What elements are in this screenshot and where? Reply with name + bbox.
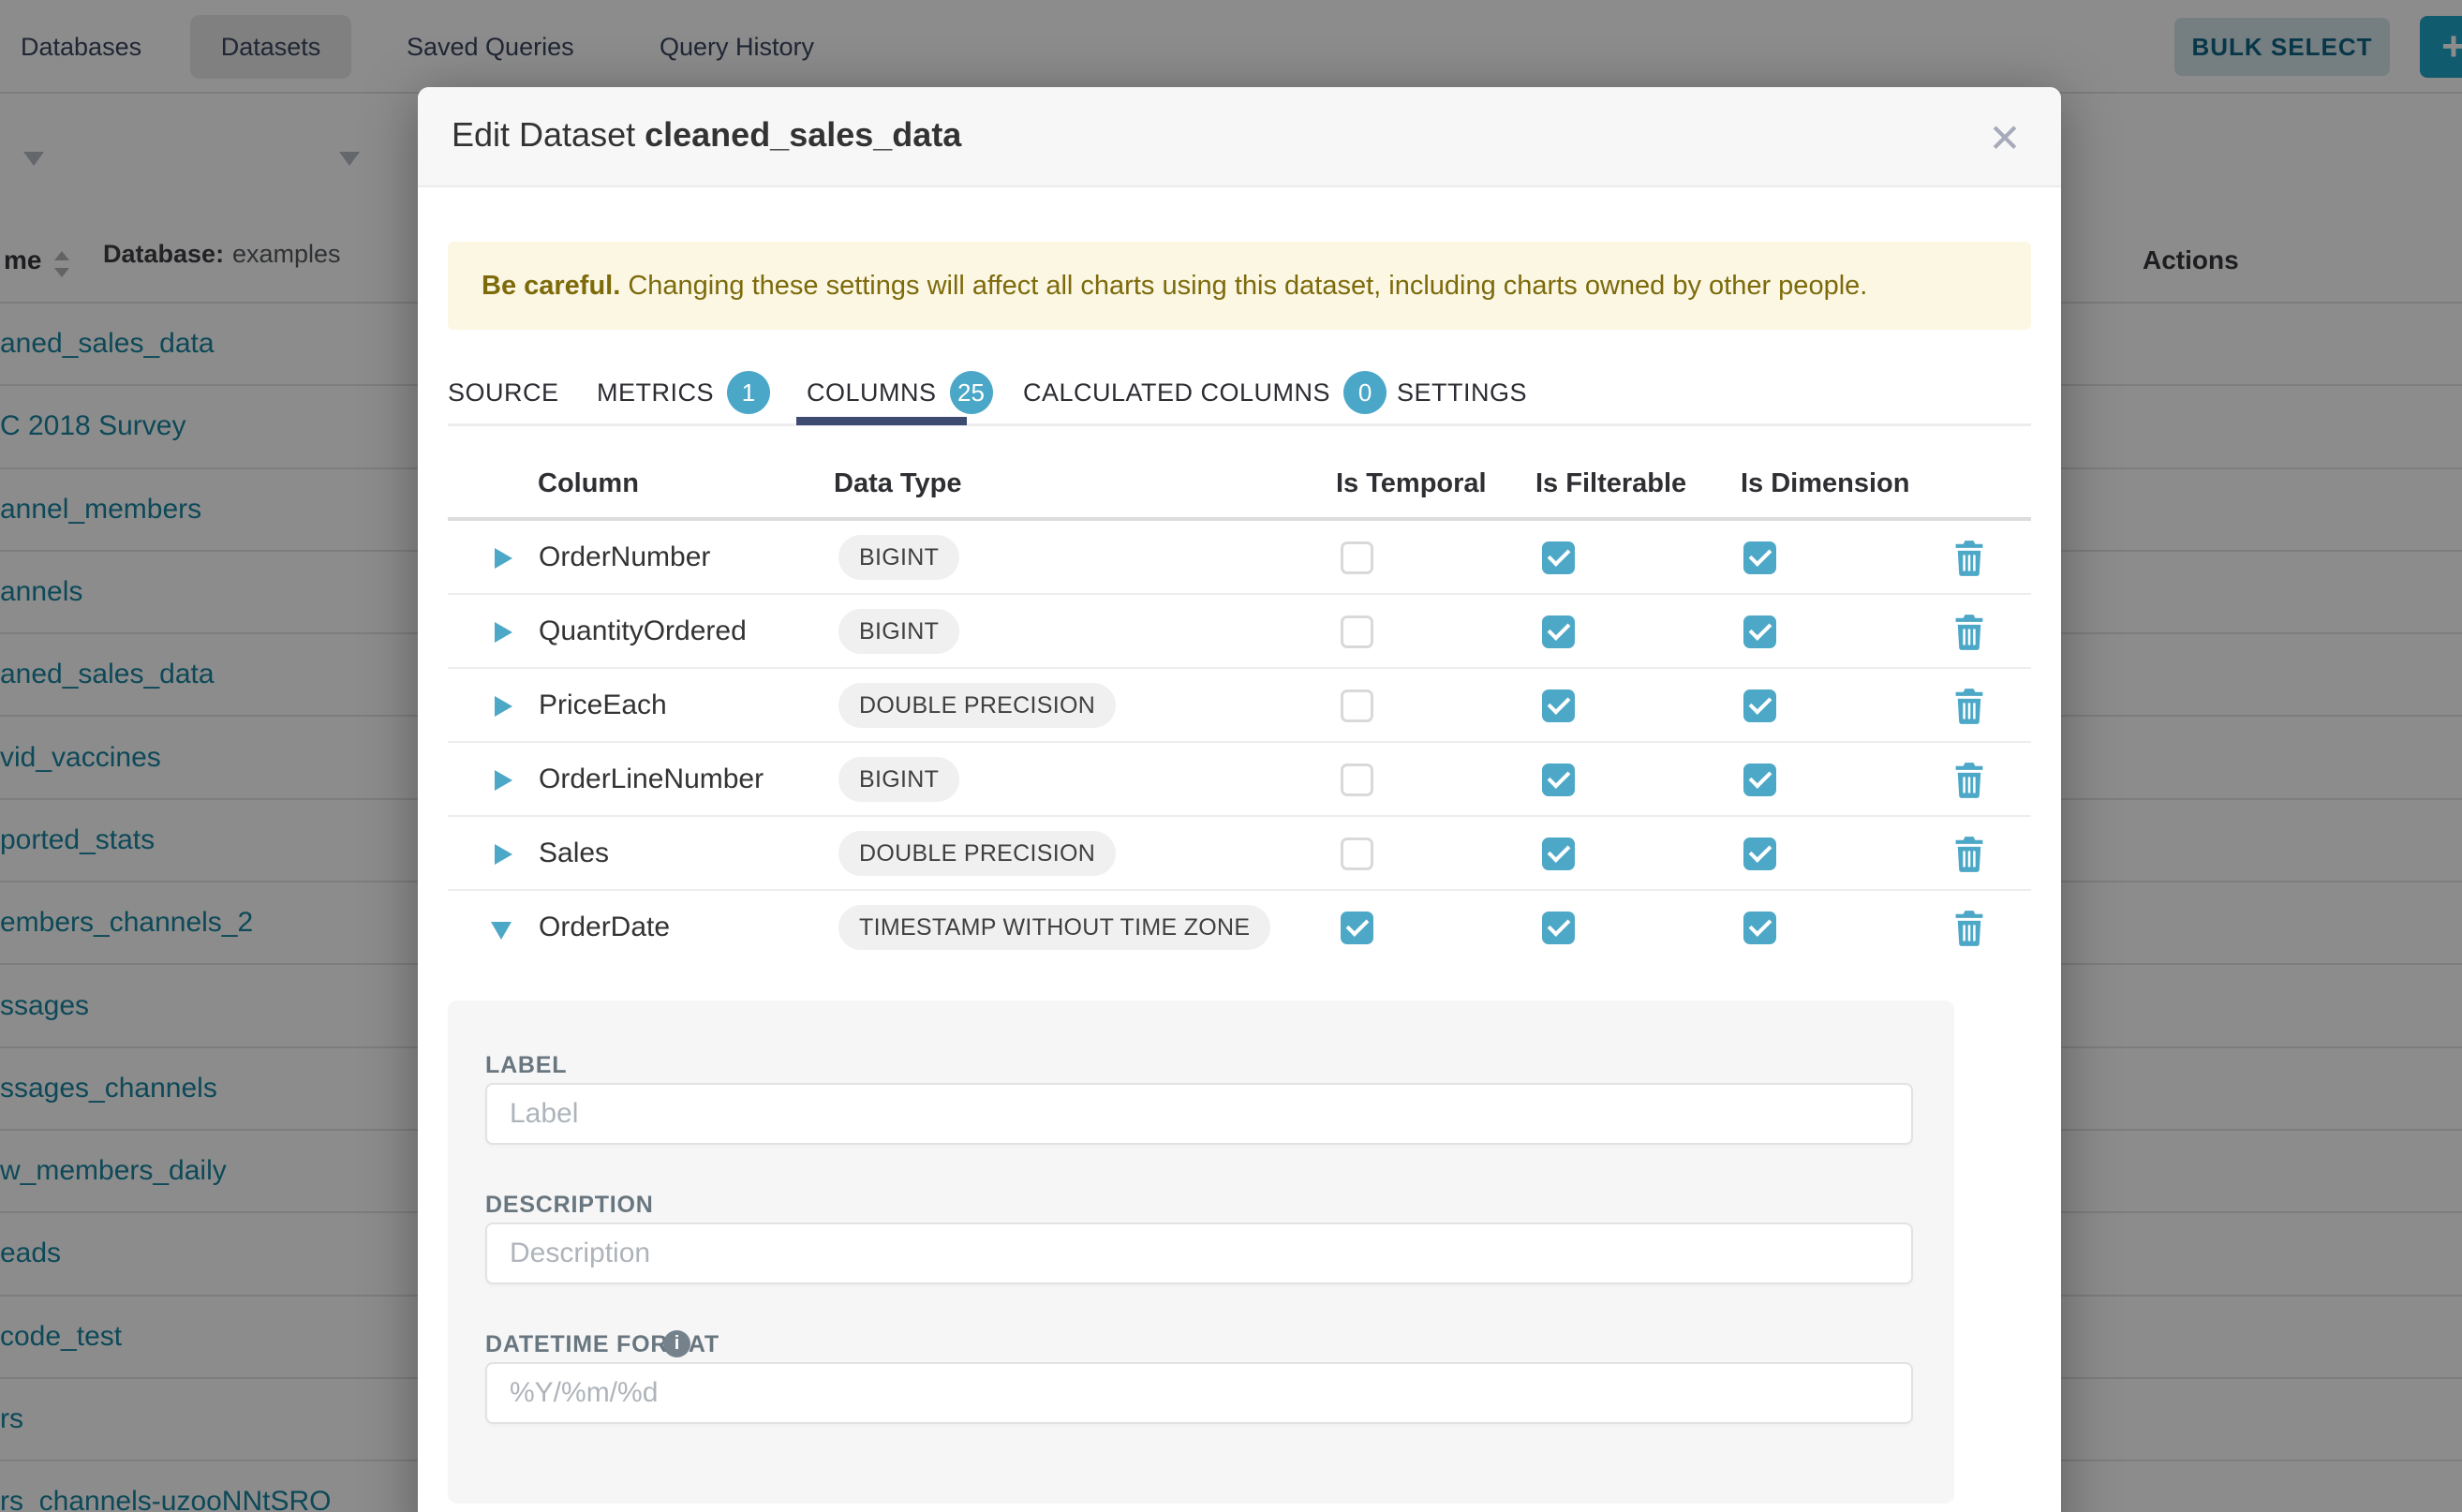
column-row: OrderNumber BIGINT: [448, 521, 2031, 595]
count-badge: 0: [1343, 371, 1387, 414]
header-data-type: Data Type: [834, 468, 961, 499]
header-column: Column: [538, 468, 639, 499]
modal-title: Edit Dataset cleaned_sales_data: [452, 115, 961, 155]
warning-bold: Be careful.: [482, 271, 620, 301]
is-dimension-checkbox[interactable]: [1743, 838, 1776, 870]
column-name: OrderDate: [539, 912, 670, 943]
delete-icon[interactable]: [1952, 614, 1986, 651]
expand-caret-icon[interactable]: [495, 548, 512, 569]
warning-text: Changing these settings will affect all …: [620, 271, 1867, 301]
is-filterable-checkbox[interactable]: [1542, 763, 1575, 796]
is-dimension-checkbox[interactable]: [1743, 541, 1776, 574]
data-type-pill: TIMESTAMP WITHOUT TIME ZONE: [838, 905, 1270, 950]
column-name: OrderNumber: [539, 541, 710, 573]
tab-calculated-columns[interactable]: CALCULATED COLUMNS 0: [1023, 358, 1387, 427]
is-temporal-checkbox[interactable]: [1341, 763, 1373, 796]
description-input[interactable]: [485, 1223, 1913, 1284]
is-temporal-checkbox[interactable]: [1341, 541, 1373, 574]
column-name: PriceEach: [539, 689, 667, 721]
is-filterable-checkbox[interactable]: [1542, 541, 1575, 574]
description-field-label: DESCRIPTION: [485, 1192, 654, 1219]
datetime-format-input[interactable]: [485, 1362, 1913, 1424]
edit-dataset-modal: Edit Dataset cleaned_sales_data ✕ Be car…: [418, 87, 2061, 1512]
tab-source[interactable]: SOURCE: [448, 358, 559, 427]
header-is-filterable: Is Filterable: [1535, 468, 1686, 499]
info-icon[interactable]: [663, 1330, 690, 1357]
modal-tabs: SOURCE METRICS 1 COLUMNS 25 CALCULATED COL…: [418, 358, 2061, 427]
modal-header: Edit Dataset cleaned_sales_data ✕: [418, 87, 2061, 187]
active-tab-underline: [796, 417, 967, 425]
expand-caret-icon[interactable]: [495, 622, 512, 643]
columns-table: Column Data Type Is Temporal Is Filterab…: [448, 450, 2031, 971]
count-badge: 1: [727, 371, 770, 414]
is-temporal-checkbox[interactable]: [1341, 689, 1373, 722]
column-row: PriceEach DOUBLE PRECISION: [448, 669, 2031, 743]
is-temporal-checkbox[interactable]: [1341, 912, 1373, 944]
warning-banner: Be careful. Changing these settings will…: [448, 242, 2031, 330]
column-row: Sales DOUBLE PRECISION: [448, 817, 2031, 891]
column-detail-panel: LABEL DESCRIPTION DATETIME FORMAT: [448, 1001, 1954, 1504]
data-type-pill: BIGINT: [838, 535, 959, 580]
count-badge: 25: [950, 371, 993, 414]
delete-icon[interactable]: [1952, 688, 1986, 725]
expand-caret-icon[interactable]: [495, 844, 512, 865]
expand-caret-icon[interactable]: [495, 770, 512, 791]
data-type-pill: BIGINT: [838, 757, 959, 802]
tab-label: METRICS: [597, 378, 714, 408]
data-type-pill: DOUBLE PRECISION: [838, 683, 1116, 728]
tab-settings[interactable]: SETTINGS: [1397, 358, 1527, 427]
tabs-divider: [448, 423, 2031, 426]
label-input[interactable]: [485, 1083, 1913, 1145]
close-icon[interactable]: ✕: [1979, 111, 2031, 164]
column-row: QuantityOrdered BIGINT: [448, 595, 2031, 669]
delete-icon[interactable]: [1952, 836, 1986, 873]
column-name: Sales: [539, 838, 609, 869]
label-field-label: LABEL: [485, 1052, 567, 1079]
tab-label: SETTINGS: [1397, 378, 1527, 408]
delete-icon[interactable]: [1952, 762, 1986, 799]
tab-label: COLUMNS: [807, 378, 937, 408]
data-type-pill: BIGINT: [838, 609, 959, 654]
modal-title-prefix: Edit Dataset: [452, 115, 645, 154]
tab-label: CALCULATED COLUMNS: [1023, 378, 1330, 408]
header-is-temporal: Is Temporal: [1336, 468, 1487, 499]
is-filterable-checkbox[interactable]: [1542, 689, 1575, 722]
is-dimension-checkbox[interactable]: [1743, 615, 1776, 648]
is-dimension-checkbox[interactable]: [1743, 689, 1776, 722]
is-filterable-checkbox[interactable]: [1542, 912, 1575, 944]
is-temporal-checkbox[interactable]: [1341, 615, 1373, 648]
tab-label: SOURCE: [448, 378, 559, 408]
is-filterable-checkbox[interactable]: [1542, 838, 1575, 870]
is-dimension-checkbox[interactable]: [1743, 763, 1776, 796]
is-temporal-checkbox[interactable]: [1341, 838, 1373, 870]
data-type-pill: DOUBLE PRECISION: [838, 831, 1116, 876]
column-name: OrderLineNumber: [539, 763, 764, 795]
is-dimension-checkbox[interactable]: [1743, 912, 1776, 944]
expand-caret-icon[interactable]: [495, 696, 512, 717]
delete-icon[interactable]: [1952, 540, 1986, 577]
header-is-dimension: Is Dimension: [1741, 468, 1910, 499]
collapse-caret-icon[interactable]: [491, 922, 512, 940]
column-row: OrderLineNumber BIGINT: [448, 743, 2031, 817]
is-filterable-checkbox[interactable]: [1542, 615, 1575, 648]
screen: Databases Datasets Saved Queries Query H…: [0, 0, 2462, 1512]
column-row-expanded: OrderDate TIMESTAMP WITHOUT TIME ZONE: [448, 891, 2031, 971]
column-name: QuantityOrdered: [539, 615, 747, 647]
delete-icon[interactable]: [1952, 910, 1986, 947]
columns-table-header: Column Data Type Is Temporal Is Filterab…: [448, 450, 2031, 521]
modal-title-dataset-name: cleaned_sales_data: [645, 115, 961, 154]
tab-metrics[interactable]: METRICS 1: [597, 358, 770, 427]
